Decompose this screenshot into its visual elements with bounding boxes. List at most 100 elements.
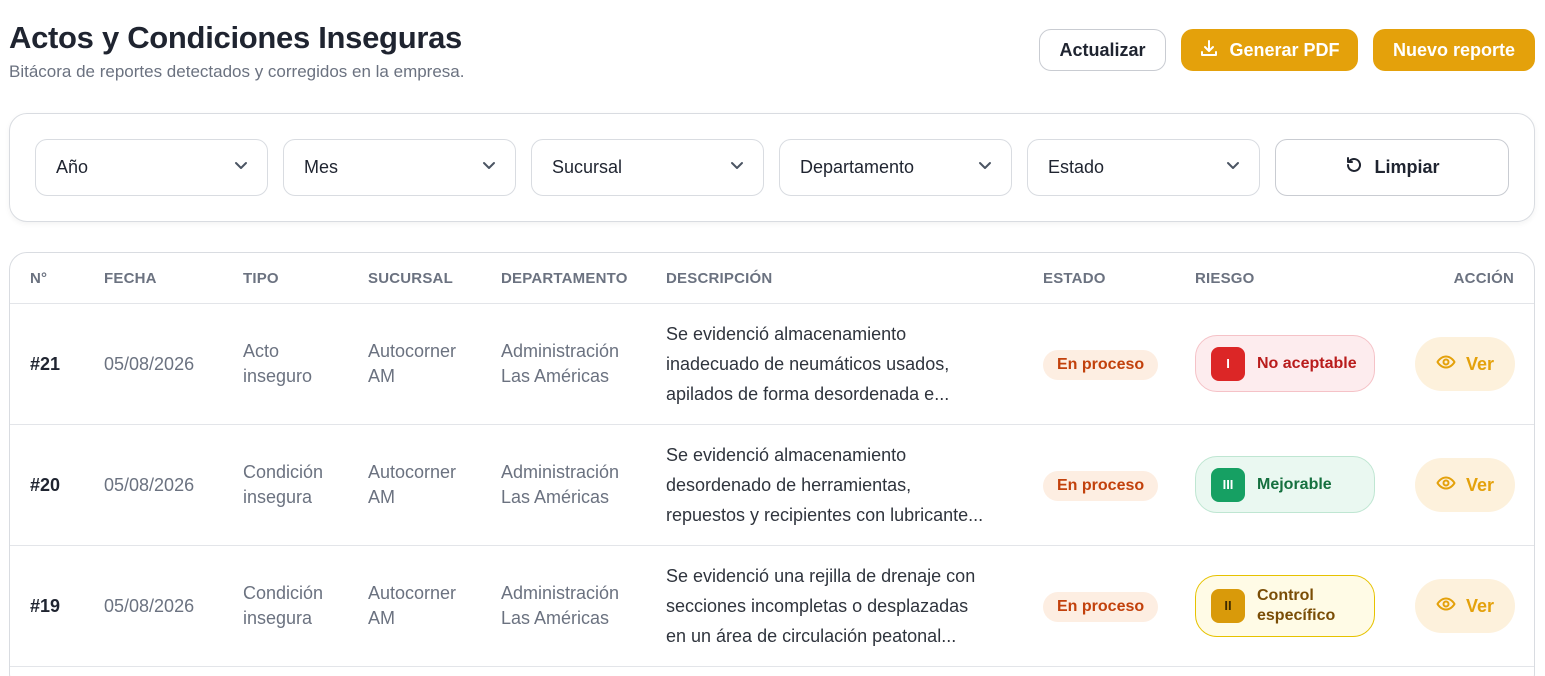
row-type: Condición insegura xyxy=(243,581,323,631)
table-row: #21 05/08/2026 Acto inseguro Autocorner … xyxy=(10,304,1534,425)
risk-badge: II Control específico xyxy=(1195,575,1375,637)
row-type-line: Condición xyxy=(243,583,324,603)
header-branch: SUCURSAL xyxy=(368,270,453,287)
row-description-line: en un área de circulación peatonal... xyxy=(666,626,957,646)
row-department: Administración Las Américas xyxy=(501,460,619,510)
download-icon xyxy=(1199,38,1219,63)
row-type-line: insegura xyxy=(243,487,313,507)
chevron-down-icon xyxy=(977,157,993,178)
row-type: Acto inseguro xyxy=(243,339,312,389)
header-department: DEPARTAMENTO xyxy=(501,270,628,287)
row-department-line: Administración xyxy=(501,462,620,482)
view-button-label: Ver xyxy=(1465,353,1495,374)
view-button[interactable]: Ver xyxy=(1415,337,1515,391)
new-report-label: Nuevo reporte xyxy=(1392,39,1516,60)
row-date: 05/08/2026 xyxy=(104,475,195,495)
generate-pdf-button[interactable]: Generar PDF xyxy=(1181,29,1358,71)
year-select[interactable]: Año xyxy=(35,139,268,196)
row-type-line: Acto xyxy=(243,341,280,361)
page-title: Actos y Condiciones Inseguras xyxy=(9,20,462,55)
risk-label-line: específico xyxy=(1257,607,1336,624)
eye-icon xyxy=(1436,473,1456,498)
month-select-label: Mes xyxy=(304,157,339,177)
row-department: Administración Las Américas xyxy=(501,581,619,631)
branch-select-label: Sucursal xyxy=(552,157,623,177)
header-action: ACCIÓN xyxy=(1453,270,1514,287)
row-branch-line: Autocorner xyxy=(368,583,457,603)
risk-level-indicator: I xyxy=(1211,346,1245,381)
row-description-line: Se evidenció almacenamiento xyxy=(666,445,907,465)
row-branch: Autocorner AM xyxy=(368,460,456,510)
filters-panel: Año Mes Sucursal Departamento Estado Lim… xyxy=(9,113,1535,222)
table-header: N° FECHA TIPO SUCURSAL DEPARTAMENTO DESC… xyxy=(10,253,1534,304)
month-select[interactable]: Mes xyxy=(283,139,516,196)
row-description-line: inadecuado de neumáticos usados, xyxy=(666,354,950,374)
new-report-button[interactable]: Nuevo reporte xyxy=(1373,29,1535,71)
row-department-line: Las Américas xyxy=(501,366,610,386)
refresh-icon xyxy=(1344,155,1364,180)
risk-label: No aceptable xyxy=(1257,354,1357,372)
row-department-line: Las Américas xyxy=(501,608,610,628)
status-select[interactable]: Estado xyxy=(1027,139,1260,196)
page-header: Actos y Condiciones Inseguras Bitácora d… xyxy=(9,20,464,82)
row-number: #21 xyxy=(30,354,61,374)
row-description-line: apilados de forma desordenada e... xyxy=(666,384,950,404)
header-type: TIPO xyxy=(243,270,279,287)
refresh-button[interactable]: Actualizar xyxy=(1039,29,1166,71)
eye-icon xyxy=(1436,352,1456,377)
chevron-down-icon xyxy=(481,157,497,178)
reports-table: N° FECHA TIPO SUCURSAL DEPARTAMENTO DESC… xyxy=(9,252,1535,676)
table-row: #20 05/08/2026 Condición insegura Autoco… xyxy=(10,425,1534,546)
risk-level-indicator: II xyxy=(1211,589,1245,623)
department-select[interactable]: Departamento xyxy=(779,139,1012,196)
row-type-line: Condición xyxy=(243,462,324,482)
row-type: Condición insegura xyxy=(243,460,323,510)
row-department-line: Administración xyxy=(501,341,620,361)
view-button[interactable]: Ver xyxy=(1415,579,1515,633)
branch-select[interactable]: Sucursal xyxy=(531,139,764,196)
row-branch: Autocorner AM xyxy=(368,581,456,631)
row-branch-line: Autocorner xyxy=(368,462,457,482)
chevron-down-icon xyxy=(1225,157,1241,178)
chevron-down-icon xyxy=(233,157,249,178)
view-button-label: Ver xyxy=(1465,595,1495,616)
row-branch-line: AM xyxy=(368,366,395,386)
header-date: FECHA xyxy=(104,270,157,287)
row-type-line: insegura xyxy=(243,608,313,628)
row-description-line: Se evidenció una rejilla de drenaje con xyxy=(666,566,976,586)
header-risk: RIESGO xyxy=(1195,270,1255,287)
row-description-line: desordenado de herramientas, xyxy=(666,475,912,495)
status-badge: En proceso xyxy=(1043,592,1159,622)
view-button[interactable]: Ver xyxy=(1415,458,1515,512)
risk-badge: I No aceptable xyxy=(1195,335,1375,392)
year-select-label: Año xyxy=(56,157,89,177)
header-num: N° xyxy=(30,270,48,287)
row-number: #19 xyxy=(30,596,61,616)
risk-label-line: Control xyxy=(1257,587,1314,604)
risk-label: Mejorable xyxy=(1257,475,1332,493)
status-badge: En proceso xyxy=(1043,350,1159,380)
row-description: Se evidenció una rejilla de drenaje con … xyxy=(666,561,1026,651)
clear-filters-label: Limpiar xyxy=(1374,157,1440,177)
row-description-line: secciones incompletas o desplazadas xyxy=(666,596,969,616)
row-description-line: Se evidenció almacenamiento xyxy=(666,324,907,344)
status-select-label: Estado xyxy=(1048,157,1105,177)
risk-label: Control específico xyxy=(1257,586,1335,626)
status-badge: En proceso xyxy=(1043,471,1159,501)
row-number: #20 xyxy=(30,475,61,495)
row-type-line: inseguro xyxy=(243,366,313,386)
row-branch-line: AM xyxy=(368,608,395,628)
row-description-line: repuestos y recipientes con lubricante..… xyxy=(666,505,984,525)
row-description: Se evidenció almacenamiento inadecuado d… xyxy=(666,319,1026,409)
eye-icon xyxy=(1436,594,1456,619)
refresh-button-label: Actualizar xyxy=(1059,39,1146,60)
row-date: 05/08/2026 xyxy=(104,596,195,616)
row-description: Se evidenció almacenamiento desordenado … xyxy=(666,440,1026,530)
view-button-label: Ver xyxy=(1465,474,1495,495)
clear-filters-button[interactable]: Limpiar xyxy=(1275,139,1509,196)
header-description: DESCRIPCIÓN xyxy=(666,270,773,287)
row-branch-line: AM xyxy=(368,487,395,507)
risk-level-indicator: III xyxy=(1211,467,1245,502)
risk-badge: III Mejorable xyxy=(1195,456,1375,513)
row-department-line: Administración xyxy=(501,583,620,603)
